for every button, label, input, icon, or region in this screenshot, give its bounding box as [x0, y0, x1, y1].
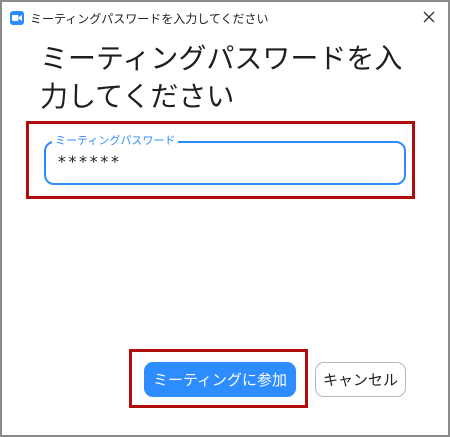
password-field-label: ミーティングパスワード [52, 134, 179, 148]
zoom-camera-icon [10, 11, 24, 25]
window-title: ミーティングパスワードを入力してください [30, 12, 269, 26]
close-button[interactable] [416, 6, 442, 28]
close-icon [423, 11, 435, 23]
title-bar: ミーティングパスワードを入力してください [2, 2, 448, 32]
dialog-heading: ミーティングパスワードを入力してください [40, 42, 403, 113]
join-meeting-button[interactable]: ミーティングに参加 [144, 362, 296, 397]
password-field-value[interactable]: ****** [57, 152, 121, 171]
cancel-button[interactable]: キャンセル [315, 362, 406, 397]
